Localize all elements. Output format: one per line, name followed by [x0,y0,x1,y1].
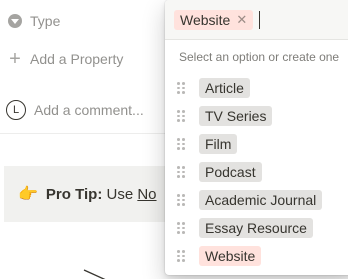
callout-link[interactable]: No [137,186,156,203]
drag-handle-icon[interactable] [177,82,185,94]
drag-handle-icon[interactable] [177,138,185,150]
property-type-label: Type [30,13,61,29]
property-type-row[interactable]: Type [0,7,60,35]
page: Type + Add a Property L Add a comment...… [0,0,348,279]
callout-text: Use [106,185,134,203]
drag-handle-icon[interactable] [177,194,185,206]
option-item[interactable]: Essay Resource [165,214,348,242]
options-list: Article TV Series Film Podcast Academic Jour… [165,74,348,270]
option-tag: TV Series [199,106,273,126]
comment-row[interactable]: L Add a comment... [0,96,144,124]
option-tag: Podcast [199,162,262,182]
option-tag: Article [199,78,250,98]
comment-input[interactable]: Add a comment... [34,102,144,118]
select-hint: Select an option or create one [179,50,340,64]
add-property-label: Add a Property [30,51,124,67]
circle-caret-down-icon [8,14,22,28]
option-item[interactable]: Website [165,242,348,270]
option-item[interactable]: Film [165,130,348,158]
avatar: L [6,100,26,120]
option-item[interactable]: Podcast [165,158,348,186]
callout-bold-text: Pro Tip: [45,185,103,203]
selected-tag-label: Website [180,11,231,28]
plus-icon: + [9,48,21,70]
drag-handle-icon[interactable] [177,166,185,178]
select-option-popup: Website ✕ Select an option or create one… [165,0,348,275]
doodle-line [83,269,106,279]
divider [0,133,170,134]
option-item[interactable]: Article [165,74,348,102]
option-tag: Essay Resource [199,218,313,238]
pointing-hand-icon: 👉 [18,186,38,203]
add-property-button[interactable]: + Add a Property [0,45,123,73]
close-icon[interactable]: ✕ [236,12,247,28]
drag-handle-icon[interactable] [177,222,185,234]
drag-handle-icon[interactable] [177,110,185,122]
drag-handle-icon[interactable] [177,250,185,262]
selected-tag[interactable]: Website ✕ [174,9,254,30]
option-tag: Website [199,246,262,266]
option-tag: Film [199,134,238,154]
option-item[interactable]: TV Series [165,102,348,130]
option-tag: Academic Journal [199,190,323,210]
tag-search-input[interactable]: Website ✕ [165,0,348,40]
option-item[interactable]: Academic Journal [165,186,348,214]
text-caret [259,10,261,29]
